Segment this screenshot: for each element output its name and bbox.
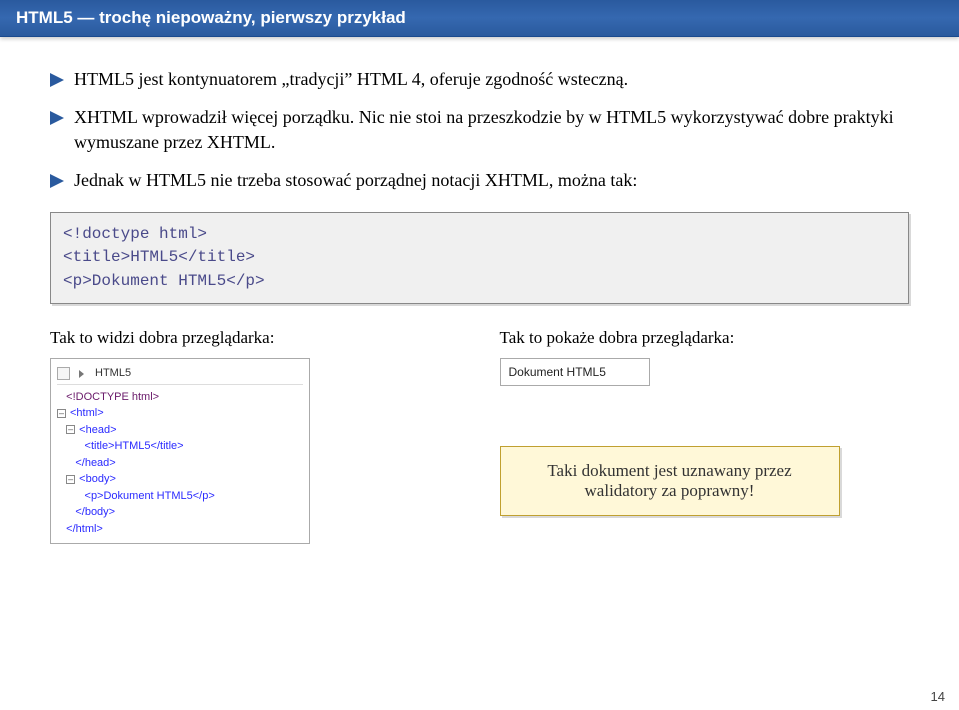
bullet-item: Jednak w HTML5 nie trzeba stosować porzą… — [50, 168, 909, 192]
tree-line: <p>Dokument HTML5</p> — [57, 488, 303, 505]
bullet-arrow-icon — [50, 111, 64, 125]
render-output-box: Dokument HTML5 — [500, 358, 650, 386]
tree-line: –<body> — [57, 471, 303, 488]
tree-line: </head> — [57, 455, 303, 472]
page-number: 14 — [931, 689, 945, 704]
bullet-item: HTML5 jest kontynuatorem „tradycji” HTML… — [50, 67, 909, 91]
tree-line: </body> — [57, 504, 303, 521]
left-column-label: Tak to widzi dobra przeglądarka: — [50, 328, 460, 348]
slide-header: HTML5 — trochę niepoważny, pierwszy przy… — [0, 0, 959, 37]
bullet-text: Jednak w HTML5 nie trzeba stosować porzą… — [74, 168, 909, 192]
left-column: Tak to widzi dobra przeglądarka: HTML5 <… — [50, 328, 460, 545]
slide-title: HTML5 — trochę niepoważny, pierwszy przy… — [16, 8, 406, 27]
tree-line: <!DOCTYPE html> — [57, 389, 303, 406]
tree-line: <title>HTML5</title> — [57, 438, 303, 455]
bullet-text: XHTML wprowadził więcej porządku. Nic ni… — [74, 105, 909, 154]
right-column-label: Tak to pokaże dobra przeglądarka: — [500, 328, 910, 348]
two-column-layout: Tak to widzi dobra przeglądarka: HTML5 <… — [50, 328, 909, 545]
dom-tree-panel: HTML5 <!DOCTYPE html> –<html> –<head> <t… — [50, 358, 310, 545]
render-text: Dokument HTML5 — [509, 365, 606, 379]
code-line: <p>Dokument HTML5</p> — [63, 270, 896, 293]
bullet-text: HTML5 jest kontynuatorem „tradycji” HTML… — [74, 67, 909, 91]
tree-line: –<head> — [57, 422, 303, 439]
bullet-arrow-icon — [50, 174, 64, 188]
slide-content: HTML5 jest kontynuatorem „tradycji” HTML… — [0, 37, 959, 554]
inspect-icon — [57, 367, 70, 380]
tree-line: –<html> — [57, 405, 303, 422]
code-line: <title>HTML5</title> — [63, 246, 896, 269]
code-example-box: <!doctype html> <title>HTML5</title> <p>… — [50, 212, 909, 304]
bullet-item: XHTML wprowadził więcej porządku. Nic ni… — [50, 105, 909, 154]
callout-text: Taki dokument jest uznawany przez walida… — [547, 461, 791, 500]
tree-tab-label: HTML5 — [95, 367, 131, 379]
callout-box: Taki dokument jest uznawany przez walida… — [500, 446, 840, 516]
bullet-arrow-icon — [50, 73, 64, 87]
tree-toolbar: HTML5 — [57, 365, 303, 385]
code-line: <!doctype html> — [63, 223, 896, 246]
right-column: Tak to pokaże dobra przeglądarka: Dokume… — [500, 328, 910, 545]
pointer-icon — [76, 367, 89, 380]
tree-line: </html> — [57, 521, 303, 538]
